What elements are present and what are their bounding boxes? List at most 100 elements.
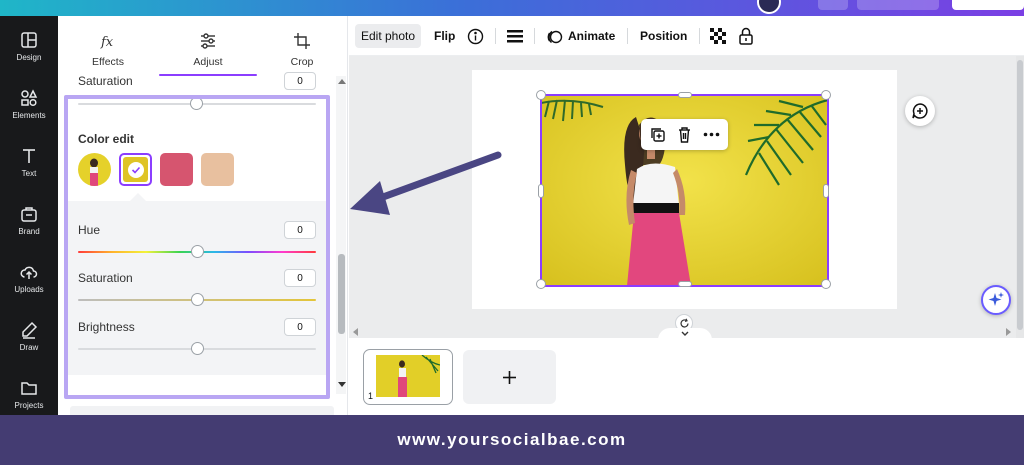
brightness-knob[interactable] xyxy=(190,342,204,355)
nav-label: Text xyxy=(21,168,37,178)
resize-handle-br[interactable] xyxy=(821,279,831,289)
nav-item-brand[interactable]: Brand xyxy=(0,195,58,245)
crop-icon xyxy=(294,33,310,49)
resize-handle-top[interactable] xyxy=(678,92,692,98)
nav-item-elements[interactable]: Elements xyxy=(0,79,58,129)
chevron-down-icon xyxy=(681,331,689,336)
scroll-right-icon[interactable] xyxy=(1006,328,1012,336)
user-avatar[interactable] xyxy=(757,0,781,14)
lock-button[interactable] xyxy=(738,24,754,48)
saturation-label: Saturation xyxy=(78,271,133,285)
tab-effects[interactable]: fx Effects xyxy=(63,26,153,74)
toolbar-separator xyxy=(534,28,535,44)
text-icon xyxy=(23,148,35,163)
photo-thumb-icon xyxy=(90,158,98,186)
flip-button[interactable]: Flip xyxy=(434,24,455,48)
panel-tabs: fx Effects Adjust Crop xyxy=(58,16,348,76)
saturation-top-input[interactable]: 0 xyxy=(284,72,316,90)
comment-add-icon xyxy=(912,103,928,119)
nav-item-draw[interactable]: Draw xyxy=(0,311,58,361)
svg-text:fx: fx xyxy=(100,35,114,50)
toolbar-separator xyxy=(495,28,496,44)
footer-banner: www.yoursocialbae.com xyxy=(0,415,1024,465)
element-context-menu xyxy=(641,119,728,150)
scroll-up-icon[interactable] xyxy=(338,78,346,84)
saturation-top-label: Saturation xyxy=(78,74,133,88)
comment-button[interactable] xyxy=(905,96,935,126)
line-style-button[interactable] xyxy=(507,24,523,48)
panel-scrollbar-track[interactable] xyxy=(336,76,346,394)
resize-handle-right[interactable] xyxy=(823,184,829,198)
add-page-button[interactable] xyxy=(463,350,556,404)
cloud-upload-icon xyxy=(20,266,38,279)
resize-handle-tr[interactable] xyxy=(821,90,831,100)
pen-icon xyxy=(22,321,38,339)
page-thumbnail[interactable]: 1 xyxy=(363,349,453,405)
tab-label: Adjust xyxy=(193,56,223,68)
resize-handle-bottom[interactable] xyxy=(678,281,692,287)
canvas-vertical-scroll-thumb[interactable] xyxy=(1017,60,1023,330)
trash-icon[interactable] xyxy=(676,126,693,143)
transparency-button[interactable] xyxy=(710,24,726,48)
hue-label: Hue xyxy=(78,223,101,237)
swatch-beige[interactable] xyxy=(201,153,234,186)
page-thumbnail-image xyxy=(376,355,440,397)
brightness-label: Brightness xyxy=(78,320,135,334)
brightness-input[interactable]: 0 xyxy=(284,318,316,336)
swatch-pink[interactable] xyxy=(160,153,193,186)
folder-icon xyxy=(21,381,37,395)
tab-crop[interactable]: Crop xyxy=(257,26,347,74)
scroll-down-icon[interactable] xyxy=(338,382,346,388)
sliders-icon xyxy=(201,33,215,49)
shapes-icon xyxy=(21,88,38,106)
nav-item-projects[interactable]: Projects xyxy=(0,369,58,419)
lock-icon xyxy=(739,27,753,45)
resize-handle-tl[interactable] xyxy=(536,90,546,100)
tab-label: Crop xyxy=(290,56,314,68)
tab-adjust[interactable]: Adjust xyxy=(163,26,253,74)
brand-icon xyxy=(21,206,37,222)
toolbar-separator xyxy=(699,28,700,44)
nav-label: Draw xyxy=(19,342,39,352)
hue-knob[interactable] xyxy=(190,245,204,258)
saturation-knob[interactable] xyxy=(190,293,204,306)
nav-label: Elements xyxy=(12,110,46,120)
share-button[interactable] xyxy=(857,0,939,10)
line-weight-icon xyxy=(507,30,523,43)
saturation-input[interactable]: 0 xyxy=(284,269,316,287)
resize-handle-bl[interactable] xyxy=(536,279,546,289)
nav-item-uploads[interactable]: Uploads xyxy=(0,253,58,303)
duplicate-icon[interactable] xyxy=(649,126,666,143)
adjust-panel: fx Effects Adjust Crop Saturation 0 Colo… xyxy=(58,16,348,415)
animate-button[interactable]: Animate xyxy=(546,24,615,48)
info-button[interactable] xyxy=(467,24,484,48)
panel-bottom-bar xyxy=(70,406,334,415)
check-icon xyxy=(127,161,144,178)
side-nav-rail: Design Elements Text Brand Uploads Draw … xyxy=(0,16,58,415)
resize-handle-left[interactable] xyxy=(538,184,544,198)
panel-scrollbar-thumb[interactable] xyxy=(338,254,345,334)
more-options-icon[interactable] xyxy=(703,126,720,143)
edit-photo-button[interactable]: Edit photo xyxy=(355,24,422,48)
swatch-photo-thumb[interactable] xyxy=(78,153,111,186)
color-edit-title: Color edit xyxy=(78,132,134,146)
transparency-icon xyxy=(710,28,726,44)
animate-label: Animate xyxy=(568,29,616,43)
nav-label: Projects xyxy=(14,400,44,410)
nav-label: Uploads xyxy=(14,284,44,294)
nav-label: Brand xyxy=(18,226,40,236)
scroll-left-icon[interactable] xyxy=(352,328,358,336)
swatch-pointer xyxy=(130,193,146,201)
hue-input[interactable]: 0 xyxy=(284,221,316,239)
page-number: 1 xyxy=(368,391,374,401)
header-button[interactable] xyxy=(818,0,848,10)
swatch-selected-yellow[interactable] xyxy=(119,153,152,186)
active-tab-indicator xyxy=(159,74,257,76)
info-icon xyxy=(467,28,484,44)
position-button[interactable]: Position xyxy=(640,24,687,48)
fx-icon: fx xyxy=(100,35,114,50)
magic-assist-button[interactable] xyxy=(981,285,1011,315)
nav-item-design[interactable]: Design xyxy=(0,21,58,71)
nav-item-text[interactable]: Text xyxy=(0,137,58,187)
header-action-button[interactable] xyxy=(952,0,1024,10)
